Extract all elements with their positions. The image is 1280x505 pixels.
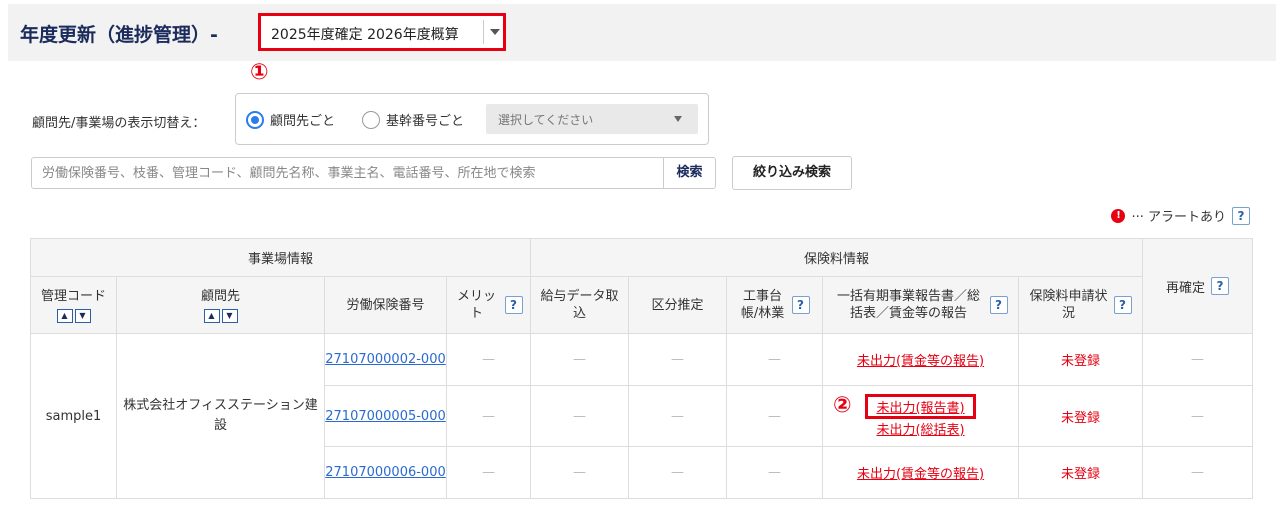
annotation-marker-1: ① — [250, 60, 269, 85]
sort-asc-icon[interactable]: ▲ — [56, 308, 73, 323]
category-cell: — — [628, 385, 728, 447]
radio-by-client-label: 顧問先ごと — [270, 114, 336, 129]
fiscal-year-value: 2025年度確定 2026年度概算 — [271, 27, 459, 43]
alert-icon: ! — [1111, 208, 1126, 223]
col-merit: メリット? — [445, 276, 532, 334]
status-cell: 未登録 — [1018, 333, 1144, 386]
caret-down-icon — [674, 116, 682, 122]
report-output-link[interactable]: 未出力(賃金等の報告) — [857, 467, 984, 482]
client-code-cell: sample1 — [30, 333, 117, 499]
alert-help-icon[interactable]: ? — [1232, 206, 1250, 225]
col-code-label: 管理コード — [40, 288, 106, 304]
insurance-number-link[interactable]: 27107000002-000 — [325, 352, 446, 367]
ledger-cell: — — [726, 333, 824, 386]
sort-desc-icon[interactable]: ▼ — [74, 308, 91, 323]
fiscal-year-select[interactable]: 2025年度確定 2026年度概算 — [258, 13, 506, 51]
col-status-label: 保険料申請状況 — [1029, 289, 1108, 321]
highlight-box: 未出力(報告書) — [865, 394, 976, 419]
insurance-number-link[interactable]: 27107000006-000 — [325, 465, 446, 480]
summary-output-link[interactable]: 未出力(総括表) — [876, 423, 964, 438]
client-name-cell: 株式会社オフィスステーション建設 — [116, 333, 325, 499]
select-divider — [483, 20, 484, 44]
radio-by-code[interactable]: 基幹番号ごと — [362, 110, 464, 129]
alert-legend: ! ··· アラートあり ? — [1111, 206, 1250, 225]
help-icon[interactable]: ? — [989, 296, 1008, 314]
filter-search-button[interactable]: 絞り込み検索 — [732, 156, 852, 190]
display-toggle-group: 顧問先ごと 基幹番号ごと 選択してください — [235, 93, 709, 145]
col-status: 保険料申請状況? — [1018, 276, 1144, 334]
report-cell: 未出力(賃金等の報告) — [822, 333, 1020, 386]
col-client: 顧問先 ▲ ▼ — [116, 276, 325, 334]
radio-checked-icon — [246, 110, 264, 129]
col-code: 管理コード ▲ ▼ — [30, 276, 117, 334]
sort-asc-icon[interactable]: ▲ — [203, 308, 220, 323]
search-button[interactable]: 検索 — [663, 157, 716, 189]
merit-cell: — — [445, 446, 532, 499]
col-payroll-label: 給与データ取込 — [540, 289, 619, 321]
payroll-cell: — — [530, 385, 630, 447]
ledger-cell: — — [726, 446, 824, 499]
category-cell: — — [628, 333, 728, 386]
table-row: sample1 株式会社オフィスステーション建設 27107000002-000… — [30, 333, 1254, 499]
group-header-premium: 保険料情報 — [530, 238, 1144, 277]
col-reconfirm-label: 再確定 — [1166, 280, 1206, 296]
report-cell: 未出力(賃金等の報告) — [822, 446, 1020, 499]
status-cell: 未登録 — [1018, 446, 1144, 499]
insurance-number-link[interactable]: 27107000005-000 — [325, 409, 446, 424]
merit-cell: — — [445, 385, 532, 447]
radio-unchecked-icon — [362, 110, 380, 129]
col-report: 一括有期事業報告書／総括表／賃金等の報告? — [822, 276, 1020, 334]
page-title: 年度更新（進捗管理）- — [20, 24, 218, 46]
col-reconfirm: 再確定? — [1142, 238, 1254, 334]
category-cell: — — [628, 446, 728, 499]
display-toggle-label: 顧問先/事業場の表示切替え： — [32, 116, 206, 131]
chevron-down-icon — [490, 29, 500, 35]
col-merit-label: メリット — [456, 289, 496, 321]
payroll-cell: — — [530, 333, 630, 386]
col-client-label: 顧問先 — [200, 288, 240, 304]
reconfirm-cell: — — [1142, 446, 1254, 499]
report-output-link[interactable]: 未出力(賃金等の報告) — [857, 354, 984, 369]
col-report-label: 一括有期事業報告書／総括表／賃金等の報告 — [837, 289, 981, 321]
col-insurance-no: 労働保険番号 — [324, 276, 447, 334]
help-icon[interactable]: ? — [791, 296, 810, 314]
report-output-link[interactable]: 未出力(報告書) — [876, 401, 964, 416]
base-code-placeholder: 選択してください — [498, 113, 594, 127]
payroll-cell: — — [530, 446, 630, 499]
search-input[interactable] — [31, 157, 664, 189]
col-payroll: 給与データ取込 — [530, 276, 630, 334]
annotation-marker-2: ② — [833, 393, 852, 418]
col-ledger-label: 工事台帳/林業 — [740, 289, 785, 321]
report-cell: 未出力(報告書) 未出力(総括表) — [822, 385, 1020, 447]
sort-desc-icon[interactable]: ▼ — [221, 308, 238, 323]
col-ledger: 工事台帳/林業? — [726, 276, 824, 334]
reconfirm-cell: — — [1142, 385, 1254, 447]
group-header-office: 事業場情報 — [29, 238, 532, 277]
help-icon[interactable]: ? — [1113, 296, 1132, 314]
ledger-cell: — — [726, 385, 824, 447]
col-category: 区分推定 — [628, 276, 728, 334]
status-cell: 未登録 — [1018, 385, 1144, 447]
merit-cell: — — [445, 333, 532, 386]
radio-by-client[interactable]: 顧問先ごと — [246, 110, 335, 129]
help-icon[interactable]: ? — [504, 296, 523, 314]
help-icon[interactable]: ? — [1211, 277, 1230, 295]
progress-table: 事業場情報 保険料情報 再確定? 管理コード ▲ ▼ 顧問先 ▲ ▼ 労働保険番号 … — [29, 238, 1254, 499]
base-code-select[interactable]: 選択してください — [486, 104, 698, 134]
reconfirm-cell: — — [1142, 333, 1254, 386]
radio-by-code-label: 基幹番号ごと — [386, 114, 465, 129]
alert-legend-text: ··· アラートあり — [1131, 210, 1226, 225]
